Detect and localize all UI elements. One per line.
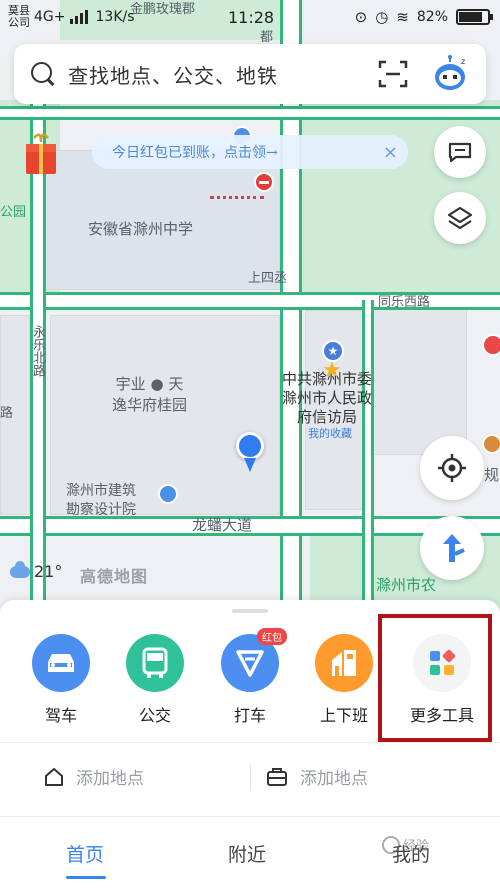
tool-label: 上下班 — [319, 706, 368, 725]
tool-commute[interactable]: 上下班 — [304, 634, 384, 726]
tab-nearby[interactable]: 附近 — [228, 840, 266, 867]
divider — [0, 816, 500, 817]
route-arrow-icon — [443, 534, 465, 562]
message-button[interactable] — [434, 126, 486, 178]
road-top — [0, 106, 500, 120]
weather-widget: 21° — [10, 560, 63, 581]
search-bar[interactable]: 查找地点、公交、地铁 z — [14, 44, 486, 104]
watermark: 经验 — [382, 835, 429, 854]
gift-icon[interactable] — [24, 130, 58, 176]
layers-icon — [447, 206, 473, 230]
promo-text: 今日红包已到账，点击领→ — [112, 145, 278, 161]
locate-button[interactable] — [420, 436, 484, 500]
map-label-park: 公园 — [0, 205, 27, 220]
map-label-tongle: 同乐西路 — [378, 295, 431, 310]
promo-banner[interactable]: 今日红包已到账，点击领→ × — [92, 135, 408, 169]
battery-percent: 82% — [416, 9, 448, 25]
car-icon — [32, 634, 90, 692]
tab-home[interactable]: 首页 — [66, 840, 104, 867]
tool-label: 打车 — [233, 706, 266, 725]
map-label-shangsi: 上四丞 — [248, 271, 288, 286]
temperature-label: 21° — [34, 562, 63, 581]
alarm-icon: ◷ — [375, 8, 389, 26]
map-label-longpan: 龙蟠大道 — [192, 516, 253, 534]
map-label-yongle: 永乐北路 — [30, 325, 45, 377]
no-entry-icon — [254, 172, 274, 192]
tool-drive[interactable]: 驾车 — [21, 634, 101, 726]
tool-label: 公交 — [138, 706, 171, 725]
svg-text:z: z — [461, 57, 465, 66]
add-place-home[interactable]: 添加地点 — [44, 764, 144, 789]
home-icon — [45, 767, 63, 786]
scan-icon[interactable] — [378, 59, 408, 89]
highlight-annotation — [378, 614, 492, 742]
time-label: 11:28 — [228, 7, 275, 27]
poi-red-icon — [482, 334, 500, 356]
wifi-icon: ≋ — [396, 8, 409, 26]
map-label-institute: 滁州市建筑 勘察设计院 — [66, 483, 136, 518]
status-bar: 莫县 公司 4G+ 13K/s 11:28 ⊙ ◷ ≋ 82% — [0, 0, 500, 34]
message-icon — [448, 142, 472, 163]
layers-button[interactable] — [434, 192, 486, 244]
poi-orange-icon — [482, 434, 500, 454]
watermark-text: 经验 — [403, 839, 430, 854]
divider — [0, 742, 500, 743]
watermark-logo-icon — [382, 835, 400, 854]
add-place-label: 添加地点 — [300, 769, 368, 789]
map-label-right-edge: 规 — [484, 466, 500, 484]
map-label-left: 路 — [0, 406, 14, 421]
tool-label: 驾车 — [44, 706, 77, 725]
assistant-avatar-icon[interactable]: z — [430, 54, 470, 94]
network-label: 4G+ — [34, 9, 66, 25]
map-label-nong: 滁州市农 — [376, 576, 437, 594]
add-place-label: 添加地点 — [76, 769, 144, 789]
taxi-icon: 红包 — [221, 628, 287, 692]
location-status-icon: ⊙ — [354, 8, 368, 26]
institute-poi-icon — [158, 484, 178, 504]
road-right — [362, 300, 374, 620]
current-location-icon — [236, 432, 264, 472]
bus-icon — [126, 634, 184, 692]
poi-dashed-line — [210, 196, 264, 199]
favorite-star-icon: ★ — [322, 358, 342, 383]
speed-label: 13K/s — [95, 9, 135, 25]
tab-indicator — [66, 876, 106, 879]
route-button[interactable] — [420, 516, 484, 580]
tool-taxi[interactable]: 红包 打车 — [210, 628, 290, 726]
map-logo: 高德地图 — [80, 567, 149, 586]
crosshair-icon — [438, 454, 466, 482]
battery-icon — [456, 9, 493, 25]
tool-bus[interactable]: 公交 — [115, 634, 195, 726]
signal-icon — [69, 10, 88, 24]
block-right — [372, 305, 467, 455]
search-icon — [30, 61, 56, 87]
map-label-favorite: 我的收藏 — [308, 427, 352, 440]
drag-handle[interactable] — [232, 609, 268, 613]
map-label-school: 安徽省滁州中学 — [88, 220, 194, 238]
search-input[interactable]: 查找地点、公交、地铁 — [68, 60, 378, 89]
red-packet-badge: 红包 — [257, 628, 287, 645]
cloud-icon — [10, 560, 30, 578]
add-place-work[interactable]: 添加地点 — [266, 764, 368, 789]
place-divider — [250, 764, 251, 790]
map-label-community: 宇业 ● 天 逸华府桂园 — [112, 375, 188, 414]
close-icon[interactable]: × — [383, 142, 398, 163]
commute-icon — [315, 634, 373, 692]
carrier-label: 莫县 公司 — [8, 5, 30, 29]
briefcase-icon — [267, 767, 287, 786]
